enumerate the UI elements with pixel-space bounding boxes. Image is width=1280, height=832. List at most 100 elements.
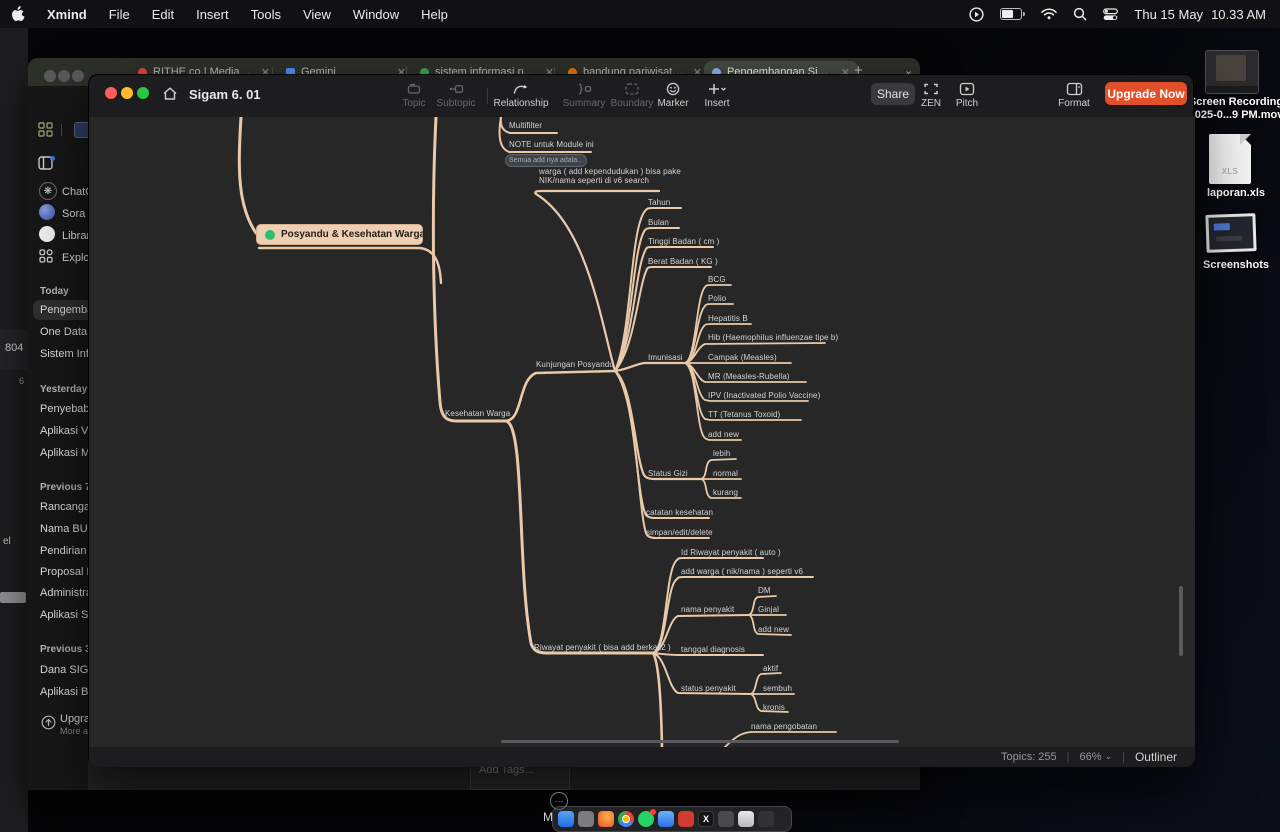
xls-file-icon[interactable]: XLS [1209,134,1251,184]
menu-window[interactable]: Window [342,7,410,22]
apple-menu[interactable] [0,6,36,22]
mindmap-node[interactable]: status penyakit [681,684,736,693]
mindmap-node[interactable]: sembuh [763,684,792,693]
dock-photos-icon[interactable] [758,811,774,827]
menu-view[interactable]: View [292,7,342,22]
dock-folder-dark-icon[interactable] [718,811,734,827]
chat-item[interactable]: Rancangan [40,501,88,513]
mindmap-node[interactable]: Tinggi Badan ( cm ) [648,237,719,246]
mindmap-node[interactable]: TT (Tetanus Toxoid) [708,410,780,419]
chat-item[interactable]: Nama BUMD [40,523,88,535]
mindmap-node[interactable]: add warga ( nik/nama ) seperti v6 [681,567,803,576]
mindmap-canvas[interactable]: Posyandu & Kesehatan Warga Semua add nya… [89,117,1195,747]
chat-item[interactable]: Pendirian BU [40,545,88,557]
dock-xmind-icon[interactable]: X [698,811,714,827]
mindmap-node[interactable]: Campak (Measles) [708,353,777,362]
tool-subtopic[interactable]: Subtopic [427,82,485,109]
grid-icon[interactable] [38,122,53,137]
mindmap-node[interactable]: Riwayat penyakit ( bisa add berkali2 ) [534,643,671,652]
mindmap-node[interactable]: kurang [713,488,738,497]
sidebar-toggle-icon[interactable] [38,156,55,171]
mindmap-node[interactable]: aktif [763,664,778,673]
window-minimize-button[interactable] [121,87,133,99]
dock-settings-icon[interactable] [578,811,594,827]
share-button[interactable]: Share [871,83,915,105]
chat-item[interactable]: Aplikasi Mar [40,447,88,459]
dock-pinwheel-icon[interactable] [678,811,694,827]
chat-item[interactable]: Pengemban [40,304,88,316]
dock-stack-icon[interactable] [738,811,754,827]
menu-tools[interactable]: Tools [240,7,292,22]
mindmap-node[interactable]: Status Gizi [648,469,688,478]
movie-file-icon[interactable] [1205,50,1259,94]
nav-sora[interactable]: Sora [62,208,85,220]
chat-item[interactable]: Aplikasi Vide [40,425,88,437]
outliner-button[interactable]: Outliner [1135,750,1177,764]
vertical-scrollbar[interactable] [1179,586,1183,656]
mindmap-node[interactable]: Imunisasi [648,353,683,362]
dock-app-blue-icon[interactable] [658,811,674,827]
nav-chatgpt[interactable]: ChatGPT [62,186,88,198]
mindmap-node[interactable]: add new [708,430,739,439]
mindmap-node[interactable]: Berat Badan ( KG ) [648,257,718,266]
upgrade-now-button[interactable]: Upgrade Now [1105,82,1187,105]
zen-button[interactable]: ZEN [911,82,951,109]
green-marker-icon[interactable] [265,230,275,240]
screenshots-stack-icon[interactable] [1205,213,1256,253]
horizontal-scrollbar[interactable] [501,740,899,743]
window-zoom-button[interactable] [137,87,149,99]
chat-item[interactable]: Aplikasi Balt [40,686,88,698]
menu-app-name[interactable]: Xmind [36,7,98,22]
mindmap-node[interactable]: Kesehatan Warga [445,409,510,418]
mindmap-node[interactable]: NOTE untuk Module ini [509,140,594,149]
search-icon[interactable] [1073,7,1087,21]
mindmap-node[interactable]: IPV (Inactivated Polio Vaccine) [708,391,820,400]
browser-zoom-button[interactable] [72,70,84,82]
mindmap-node[interactable]: nama pengobatan [751,722,817,731]
battery-icon[interactable] [1000,8,1025,20]
nav-explore[interactable]: Explore [62,252,88,264]
document-title[interactable]: Sigam 6. 01 [189,87,261,102]
mindmap-node[interactable]: NIK/nama seperti di v6 search [539,176,649,185]
mindmap-node[interactable]: Kunjungan Posyandu [536,360,614,369]
menu-edit[interactable]: Edit [141,7,185,22]
browser-minimize-button[interactable] [58,70,70,82]
wifi-icon[interactable] [1041,8,1057,20]
mindmap-node[interactable]: Hib (Haemophilus influenzae tipe b) [708,333,838,342]
tool-marker[interactable]: Marker [649,82,697,109]
chat-item[interactable]: Proposal Pe [40,566,88,578]
pitch-button[interactable]: Pitch [947,82,987,109]
mindmap-node[interactable]: lebih [713,449,730,458]
mindmap-node[interactable]: BCG [708,275,726,284]
mindmap-node[interactable]: Multifilter [509,121,542,130]
mindmap-node[interactable]: add new [758,625,789,634]
window-close-button[interactable] [105,87,117,99]
tool-insert[interactable]: Insert [695,82,739,109]
mindmap-node[interactable]: tanggal diagnosis [681,645,745,654]
chat-item[interactable]: Penyebab P [40,403,88,415]
tool-relationship[interactable]: Relationship [489,82,553,109]
mindmap-node[interactable]: Hepatitis B [708,314,748,323]
chat-item[interactable]: Aplikasi SIG [40,609,88,621]
mindmap-node[interactable]: nama penyakit [681,605,734,614]
chat-item[interactable]: Sistem Infor [40,348,88,360]
dock-chrome-icon[interactable] [618,811,634,827]
mindmap-node[interactable]: Bulan [648,218,669,227]
zoom-level[interactable]: 66% ⌄ [1080,751,1113,763]
dock-firefox-icon[interactable] [598,811,614,827]
screen-record-icon[interactable] [969,7,984,22]
mindmap-node[interactable]: DM [758,586,771,595]
partial-toolbar-icon[interactable] [74,122,88,138]
chat-item[interactable]: One Data Ac [40,326,88,338]
dock-finder-icon[interactable] [558,811,574,827]
menu-file[interactable]: File [98,7,141,22]
nav-library[interactable]: Library [62,230,88,242]
browser-close-button[interactable] [44,70,56,82]
upgrade-title[interactable]: Upgra [60,713,88,725]
mindmap-node[interactable]: kronis [763,703,785,712]
format-button[interactable]: Format [1051,82,1097,109]
menu-insert[interactable]: Insert [185,7,240,22]
mindmap-node[interactable]: simpan/edit/delete [646,528,713,537]
chat-item[interactable]: Dana SIGAP [40,664,88,676]
menubar-clock[interactable]: Thu 15 May 10.33 AM [1134,7,1266,22]
